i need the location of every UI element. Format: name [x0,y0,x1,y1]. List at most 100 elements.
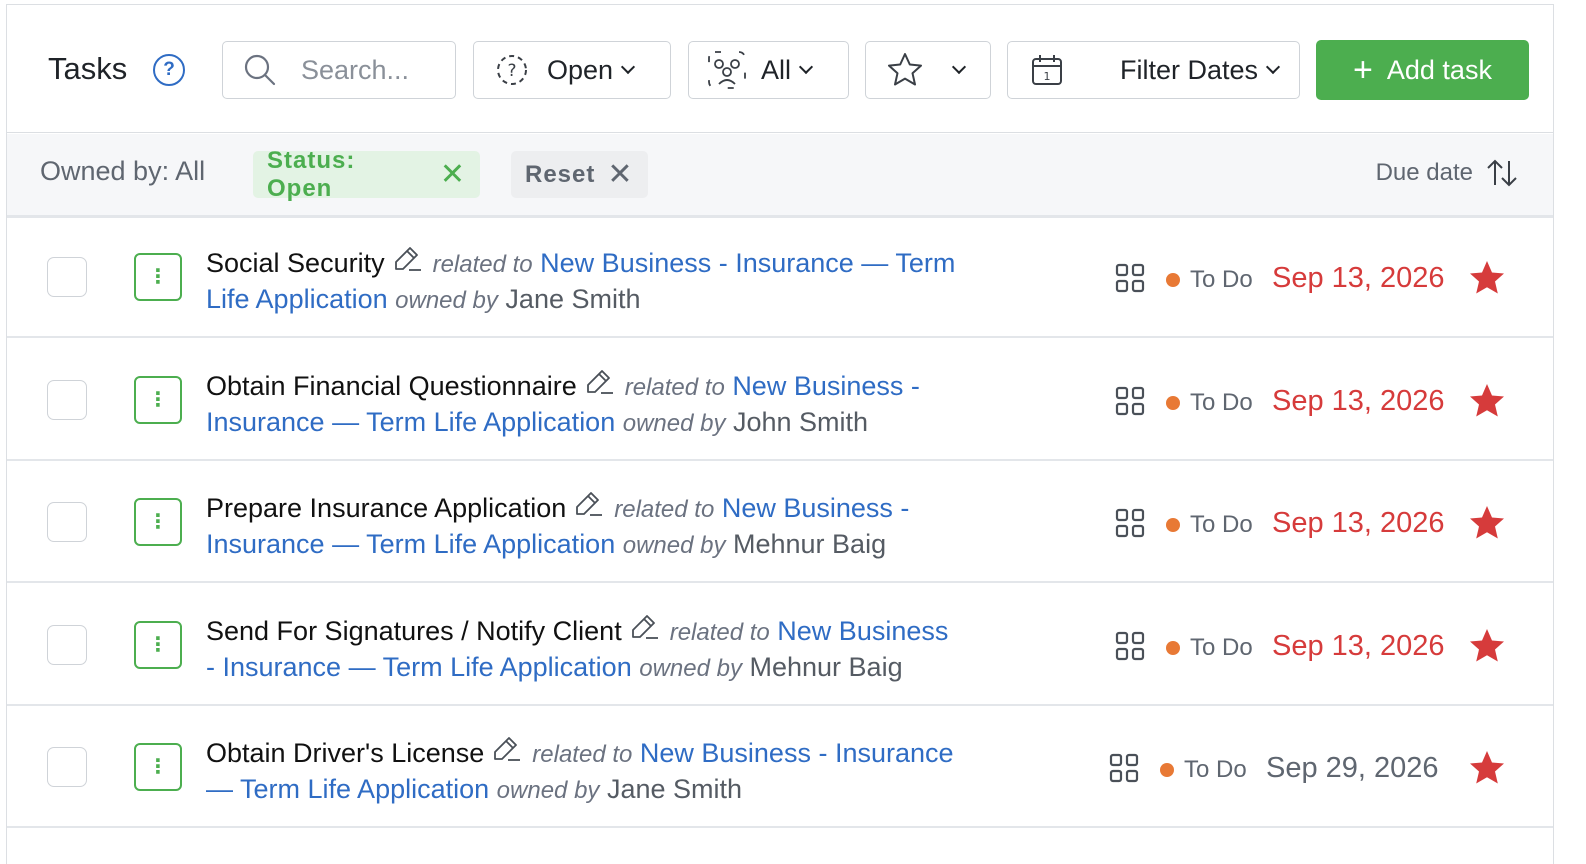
related-record-link-cont[interactable]: Insurance — Term Life Application [206,407,615,437]
add-task-label: Add task [1386,54,1492,85]
related-record-link-cont[interactable]: Life Application [206,284,388,314]
date-filter-label: Filter Dates [1120,54,1259,85]
owned-by-label: owned by [622,410,726,437]
task-checkbox[interactable] [47,625,87,665]
task-owner: Jane Smith [606,774,743,804]
sort-by-due-date[interactable]: Due date [1376,158,1519,188]
edit-icon[interactable] [630,612,660,642]
drag-handle-icon[interactable]: ⋮ [134,376,182,424]
task-row[interactable]: ⋮ Prepare Insurance Application related t… [7,461,1553,583]
star-icon[interactable] [1467,381,1507,421]
due-date: Sep 13, 2026 [1272,385,1445,417]
task-owner: John Smith [733,407,869,437]
grid-icon[interactable] [1115,631,1145,661]
status-label: To Do [1190,266,1253,293]
chevron-down-icon [620,59,636,75]
star-icon[interactable] [1467,258,1507,298]
related-record-link-cont[interactable]: - Insurance — Term Life Application [206,652,632,682]
related-to-label: related to [669,619,770,646]
drag-handle-icon[interactable]: ⋮ [134,743,182,791]
star-icon[interactable] [1467,503,1507,543]
due-date: Sep 13, 2026 [1272,507,1445,539]
task-name[interactable]: Send For Signatures / Notify Client [206,616,622,646]
reset-filters-chip[interactable]: Reset ✕ [511,151,648,198]
grid-icon[interactable] [1109,753,1139,783]
owned-by-label: owned by [496,777,600,804]
status-chip-label: Status: Open [267,146,356,202]
question-circle-icon[interactable]: ? [153,54,185,86]
dashed-question-circle-icon: ? [497,55,527,85]
due-date: Sep 29, 2026 [1266,752,1439,784]
sort-label: Due date [1375,159,1473,186]
task-text: Obtain Financial Questionnaire related to… [206,367,1046,441]
owner-filter-dropdown[interactable]: All [688,41,849,99]
task-text: Obtain Driver's License related to New Bu… [206,734,1046,808]
close-icon[interactable]: ✕ [607,159,633,190]
tasks-panel: Tasks ? Search... ? Open All 1 Filter Da… [6,4,1554,864]
task-checkbox[interactable] [47,380,87,420]
plus-icon: + [1353,51,1373,89]
add-task-button[interactable]: + Add task [1316,40,1529,100]
task-row[interactable]: ⋮ Social Security related to New Business… [7,216,1553,338]
chevron-down-icon [1265,59,1281,75]
close-icon[interactable]: ✕ [440,159,466,190]
related-record-link[interactable]: New Business - Insurance — Term [540,248,955,278]
related-to-label: related to [624,374,725,401]
task-row[interactable]: ⋮ Obtain Driver's License related to New … [7,706,1553,828]
task-owner: Mehnur Baig [733,529,887,559]
status-label: To Do [1190,511,1253,538]
related-record-link-cont[interactable]: Insurance — Term Life Application [206,529,615,559]
task-row[interactable]: ⋮ Obtain Financial Questionnaire related … [7,339,1553,461]
grid-icon[interactable] [1115,263,1145,293]
page-title: Tasks [48,51,128,86]
status-badge: To Do [1160,756,1247,784]
drag-handle-icon[interactable]: ⋮ [134,621,182,669]
chevron-down-icon [798,59,814,75]
status-filter-chip[interactable]: Status: Open ✕ [253,147,480,202]
reset-chip-label: Reset [525,160,596,188]
task-name[interactable]: Social Security [206,248,385,278]
task-name[interactable]: Obtain Financial Questionnaire [206,371,577,401]
search-input[interactable]: Search... [222,41,456,99]
status-dot [1166,273,1180,287]
drag-handle-icon[interactable]: ⋮ [134,498,182,546]
status-filter-label: Open [547,54,614,85]
edit-icon[interactable] [585,367,615,397]
related-record-link-cont[interactable]: — Term Life Application [206,774,489,804]
owner-filter-label: All [761,54,792,85]
star-icon[interactable] [1467,626,1507,666]
related-record-link[interactable]: New Business - [732,371,920,401]
status-dot [1166,641,1180,655]
task-checkbox[interactable] [47,502,87,542]
favorite-filter-dropdown[interactable] [865,41,991,99]
status-dot [1166,396,1180,410]
star-icon[interactable] [1467,748,1507,788]
related-to-label: related to [614,496,715,523]
task-owner: Mehnur Baig [749,652,903,682]
owned-by-label: owned by [622,532,726,559]
due-date: Sep 13, 2026 [1272,262,1445,294]
task-checkbox[interactable] [47,257,87,297]
search-icon [244,54,276,86]
related-record-link[interactable]: New Business [777,616,948,646]
edit-icon[interactable] [574,489,604,519]
status-filter-dropdown[interactable]: ? Open [473,41,671,99]
owned-by-label: Owned by: All [40,156,206,186]
due-date: Sep 13, 2026 [1272,630,1445,662]
related-record-link[interactable]: New Business - [722,493,910,523]
date-filter-dropdown[interactable]: 1 Filter Dates [1007,41,1300,99]
status-badge: To Do [1166,511,1253,539]
grid-icon[interactable] [1115,386,1145,416]
star-outline-icon [888,53,922,86]
related-record-link[interactable]: New Business - Insurance [640,738,954,768]
sort-arrows-icon [1487,159,1517,187]
task-name[interactable]: Prepare Insurance Application [206,493,566,523]
edit-icon[interactable] [393,244,423,274]
task-row[interactable]: ⋮ Send For Signatures / Notify Client rel… [7,584,1553,706]
grid-icon[interactable] [1115,508,1145,538]
drag-handle-icon[interactable]: ⋮ [134,253,182,301]
status-badge: To Do [1166,266,1253,294]
task-checkbox[interactable] [47,747,87,787]
edit-icon[interactable] [492,734,522,764]
task-name[interactable]: Obtain Driver's License [206,738,484,768]
